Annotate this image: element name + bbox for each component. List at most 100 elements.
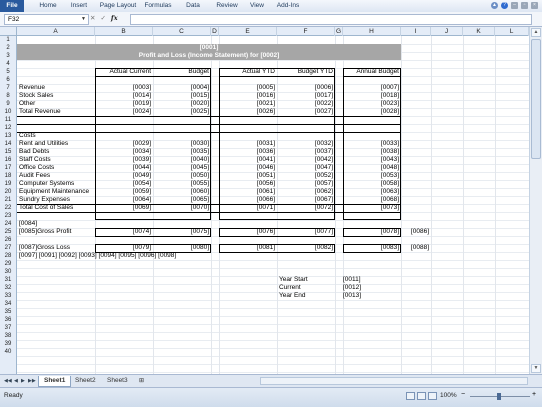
cell-budget[interactable]: [0025]: [153, 108, 209, 116]
column-header-i[interactable]: I: [401, 27, 431, 36]
gross-profit-actual[interactable]: [0074]: [95, 228, 151, 236]
normal-view-icon[interactable]: [406, 392, 415, 400]
cell-actual-current[interactable]: [0054]: [95, 180, 151, 188]
formula-input[interactable]: [130, 14, 532, 25]
cell-budget[interactable]: [0055]: [153, 180, 209, 188]
cell-actual-ytd[interactable]: [0036]: [219, 148, 275, 156]
tab-home[interactable]: Home: [36, 1, 60, 11]
row-header[interactable]: 7: [0, 84, 16, 92]
row-header[interactable]: 16: [0, 156, 16, 164]
row-header[interactable]: 38: [0, 332, 16, 340]
cell-actual-current[interactable]: [0034]: [95, 148, 151, 156]
chevron-down-icon[interactable]: ▼: [81, 15, 86, 24]
scroll-up-icon[interactable]: ▲: [531, 28, 541, 37]
minimize-ribbon-icon[interactable]: ▲: [491, 2, 498, 9]
row-header[interactable]: 9: [0, 100, 16, 108]
row-header[interactable]: 30: [0, 268, 16, 276]
row-header[interactable]: 13: [0, 132, 16, 140]
cell-actual-current[interactable]: [0014]: [95, 92, 151, 100]
cell-actual-ytd[interactable]: [0051]: [219, 172, 275, 180]
cell-budget[interactable]: [0065]: [153, 196, 209, 204]
column-header-d[interactable]: D: [211, 27, 219, 36]
sheet-tab-3[interactable]: Sheet3: [102, 376, 133, 386]
cell-budget-ytd[interactable]: [0047]: [277, 164, 333, 172]
gross-profit-budget-ytd[interactable]: [0077]: [277, 228, 333, 236]
cell-budget[interactable]: [0060]: [153, 188, 209, 196]
last-sheet-icon[interactable]: ▶▶: [28, 378, 36, 384]
cell-budget-ytd[interactable]: [0067]: [277, 196, 333, 204]
row-header[interactable]: 10: [0, 108, 16, 116]
cell-annual-budget[interactable]: [0007]: [343, 84, 399, 92]
zoom-out-icon[interactable]: −: [461, 391, 465, 398]
cell-budget[interactable]: [0050]: [153, 172, 209, 180]
column-header-c[interactable]: C: [153, 27, 211, 36]
first-sheet-icon[interactable]: ◀◀: [4, 378, 12, 384]
cell-actual-current[interactable]: [0069]: [95, 204, 151, 212]
cell-actual-ytd[interactable]: [0016]: [219, 92, 275, 100]
cell-actual-ytd[interactable]: [0046]: [219, 164, 275, 172]
cell-annual-budget[interactable]: [0063]: [343, 188, 399, 196]
row-header[interactable]: 12: [0, 124, 16, 132]
cell-actual-ytd[interactable]: [0026]: [219, 108, 275, 116]
cell-budget-ytd[interactable]: [0017]: [277, 92, 333, 100]
row-header[interactable]: 14: [0, 140, 16, 148]
row-header[interactable]: 36: [0, 316, 16, 324]
tab-insert[interactable]: Insert: [66, 1, 92, 11]
cell-annual-budget[interactable]: [0043]: [343, 156, 399, 164]
row-header[interactable]: 35: [0, 308, 16, 316]
tab-formulas[interactable]: Formulas: [142, 1, 174, 11]
gross-loss-actual[interactable]: [0079]: [95, 244, 151, 252]
column-header-l[interactable]: L: [495, 27, 529, 36]
sheet-tab-1[interactable]: Sheet1: [38, 376, 72, 387]
tab-review[interactable]: Review: [212, 1, 242, 11]
next-sheet-icon[interactable]: ▶: [21, 378, 25, 384]
column-header-k[interactable]: K: [463, 27, 495, 36]
sheet-tab-2[interactable]: Sheet2: [70, 376, 101, 386]
row-header[interactable]: 5: [0, 68, 16, 76]
column-header-f[interactable]: F: [277, 27, 335, 36]
cell-actual-current[interactable]: [0044]: [95, 164, 151, 172]
scroll-down-icon[interactable]: ▼: [531, 364, 541, 373]
cell-budget[interactable]: [0070]: [153, 204, 209, 212]
tab-file[interactable]: File: [0, 0, 24, 12]
cell-actual-current[interactable]: [0003]: [95, 84, 151, 92]
cell-actual-ytd[interactable]: [0061]: [219, 188, 275, 196]
cell-actual-ytd[interactable]: [0066]: [219, 196, 275, 204]
gross-profit-extra[interactable]: [0086]: [401, 228, 429, 236]
cell-budget[interactable]: [0030]: [153, 140, 209, 148]
cell-actual-ytd[interactable]: [0071]: [219, 204, 275, 212]
worksheet-grid[interactable]: [0001] Profit and Loss (Income Statement…: [17, 36, 529, 374]
row-header[interactable]: 31: [0, 276, 16, 284]
cell-annual-budget[interactable]: [0058]: [343, 180, 399, 188]
gross-loss-actual-ytd[interactable]: [0081]: [219, 244, 275, 252]
zoom-slider-knob[interactable]: [497, 393, 501, 400]
select-all-corner[interactable]: [0, 27, 17, 36]
tab-add-ins[interactable]: Add-Ins: [274, 1, 302, 11]
cell-budget-ytd[interactable]: [0006]: [277, 84, 333, 92]
cell-annual-budget[interactable]: [0038]: [343, 148, 399, 156]
row-header[interactable]: 2: [0, 44, 16, 52]
zoom-level[interactable]: 100%: [440, 392, 457, 399]
scroll-thumb[interactable]: [531, 39, 541, 159]
cell-budget[interactable]: [0020]: [153, 100, 209, 108]
row-header[interactable]: 37: [0, 324, 16, 332]
cell-annual-budget[interactable]: [0023]: [343, 100, 399, 108]
cell-annual-budget[interactable]: [0018]: [343, 92, 399, 100]
cell-budget-ytd[interactable]: [0052]: [277, 172, 333, 180]
cell-actual-current[interactable]: [0039]: [95, 156, 151, 164]
row-header[interactable]: 19: [0, 180, 16, 188]
prev-sheet-icon[interactable]: ◀: [14, 378, 18, 384]
cell-actual-current[interactable]: [0029]: [95, 140, 151, 148]
cell-actual-ytd[interactable]: [0021]: [219, 100, 275, 108]
cell-budget-ytd[interactable]: [0057]: [277, 180, 333, 188]
row-header[interactable]: 8: [0, 92, 16, 100]
cell-budget-ytd[interactable]: [0022]: [277, 100, 333, 108]
tab-view[interactable]: View: [246, 1, 268, 11]
cell-budget-ytd[interactable]: [0062]: [277, 188, 333, 196]
row-header[interactable]: 22: [0, 204, 16, 212]
year-end-value[interactable]: [0013]: [343, 292, 361, 300]
row-header[interactable]: 26: [0, 236, 16, 244]
row-header[interactable]: 39: [0, 340, 16, 348]
cell-budget-ytd[interactable]: [0042]: [277, 156, 333, 164]
insert-function-icon[interactable]: fx: [111, 14, 118, 22]
